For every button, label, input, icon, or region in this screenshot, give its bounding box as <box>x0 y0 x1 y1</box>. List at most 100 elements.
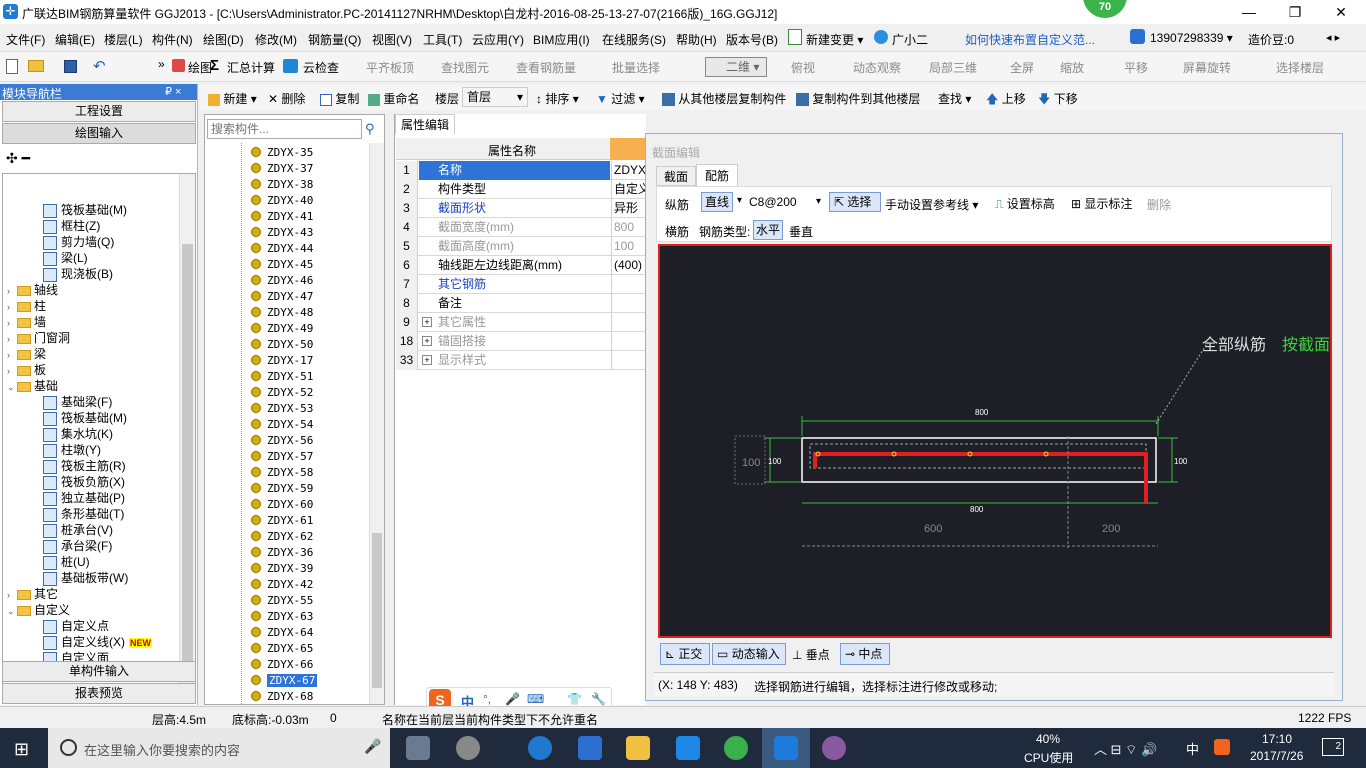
tree-node[interactable]: 框柱(Z) <box>43 218 100 234</box>
section-drawing[interactable]: 800 800 100 100 100 600 200 全部纵筋 按截面 <box>660 246 1330 636</box>
tree-node[interactable]: 承台梁(F) <box>43 538 112 554</box>
tree-scrollbar[interactable] <box>179 174 195 687</box>
table-row[interactable]: 6 轴线距左边线距离(mm) (400) <box>396 256 656 275</box>
list-item[interactable]: ZDYX-60 <box>251 497 313 513</box>
draw-button[interactable]: 绘图 <box>188 59 212 76</box>
app-spiral-icon[interactable] <box>456 736 480 760</box>
tab-section[interactable]: 截面 <box>656 166 696 186</box>
expand-arrow-icon[interactable]: › <box>7 283 17 299</box>
manual-ref-button[interactable]: 手动设置参考线 ▾ <box>885 196 978 213</box>
summary-calc-button[interactable]: 汇总计算 <box>227 59 275 76</box>
menu-item-10[interactable]: BIM应用(I) <box>533 31 590 48</box>
windows-start-icon[interactable]: ⊞ <box>14 739 29 760</box>
app-green-icon[interactable] <box>724 736 748 760</box>
local-3d-button[interactable]: 局部三维 <box>929 59 977 76</box>
vertical-button[interactable]: 垂直 <box>789 223 813 240</box>
list-item[interactable]: ZDYX-65 <box>251 641 313 657</box>
tree-node[interactable]: › 墙 <box>7 314 46 330</box>
tree-node[interactable]: 条形基础(T) <box>43 506 124 522</box>
prop-value[interactable] <box>611 351 614 370</box>
table-row[interactable]: 1 名称 ZDYX-6 <box>396 161 657 180</box>
list-item[interactable]: ZDYX-37 <box>251 161 313 177</box>
delete-rebar-button[interactable]: 删除 <box>1147 196 1171 213</box>
rebar-spec-select[interactable]: C8@200 ▾ <box>749 192 821 212</box>
ortho-button[interactable]: ⊾ 正交 <box>660 643 710 665</box>
list-scroll-thumb[interactable] <box>372 533 382 688</box>
menu-item-6[interactable]: 钢筋量(Q) <box>308 31 361 48</box>
ime-indicator[interactable]: 中 <box>1186 739 1199 758</box>
list-item[interactable]: ZDYX-58 <box>251 465 313 481</box>
cloud-check-button[interactable]: 云检查 <box>303 59 339 76</box>
help-link[interactable]: 如何快速布置自定义范... <box>965 31 1095 48</box>
tree-node[interactable]: 筏板基础(M) <box>43 202 127 218</box>
copy-component-button[interactable]: 复制 <box>320 90 359 107</box>
tree-node[interactable]: › 其它 <box>7 586 58 602</box>
mic-icon[interactable]: 🎤 <box>364 738 381 755</box>
list-scrollbar[interactable] <box>369 143 384 704</box>
tree-node[interactable]: › 柱 <box>7 298 46 314</box>
store-icon[interactable] <box>578 736 602 760</box>
notification-icon[interactable]: 2 <box>1322 738 1344 756</box>
file-explorer-icon[interactable] <box>626 736 650 760</box>
table-row[interactable]: 33 + 显示样式 <box>396 351 656 370</box>
project-settings-button[interactable]: 工程设置 <box>2 101 196 122</box>
tree-node[interactable]: 剪力墙(Q) <box>43 234 114 250</box>
table-row[interactable]: 5 截面高度(mm) 100 <box>396 237 656 256</box>
menu-item-1[interactable]: 编辑(E) <box>55 31 95 48</box>
avatar-app-icon[interactable] <box>822 736 846 760</box>
expand-collapse-icons[interactable]: ✣ ━ <box>6 150 30 167</box>
list-item[interactable]: ZDYX-55 <box>251 593 313 609</box>
drawing-input-button[interactable]: 绘图输入 <box>2 123 196 144</box>
menu-item-9[interactable]: 云应用(Y) <box>472 31 524 48</box>
list-item[interactable]: ZDYX-44 <box>251 241 313 257</box>
list-item[interactable]: ZDYX-62 <box>251 529 313 545</box>
expand-plus-icon[interactable]: + <box>422 336 432 346</box>
list-item[interactable]: ZDYX-67 <box>251 673 318 689</box>
align-slab-top-button[interactable]: 平齐板顶 <box>366 59 414 76</box>
prop-value[interactable] <box>611 313 614 332</box>
section-canvas[interactable]: 800 800 100 100 100 600 200 全部纵筋 按截面 <box>658 244 1332 638</box>
list-item[interactable]: ZDYX-66 <box>251 657 313 673</box>
tree-node[interactable]: › 门窗洞 <box>7 330 70 346</box>
prop-value[interactable]: 异形 <box>611 199 638 218</box>
list-item[interactable]: ZDYX-46 <box>251 273 313 289</box>
single-component-input-button[interactable]: 单构件输入 <box>2 661 196 682</box>
table-row[interactable]: 2 构件类型 自定义 <box>396 180 656 199</box>
list-item[interactable]: ZDYX-48 <box>251 305 313 321</box>
table-row[interactable]: 8 备注 <box>396 294 656 313</box>
menu-item-3[interactable]: 构件(N) <box>152 31 193 48</box>
table-row[interactable]: 3 截面形状 异形 <box>396 199 656 218</box>
ime-keyboard-icon[interactable]: ⌨ <box>527 692 544 706</box>
list-item[interactable]: ZDYX-45 <box>251 257 313 273</box>
menu-item-13[interactable]: 版本号(B) <box>726 31 778 48</box>
ime-settings-icon[interactable]: 🔧 <box>591 692 606 706</box>
open-folder-icon[interactable] <box>28 60 44 72</box>
tree-node[interactable]: 桩(U) <box>43 554 90 570</box>
prop-value[interactable]: (400) <box>611 256 642 275</box>
taskbar-search[interactable]: 在这里输入你要搜索的内容 🎤 <box>48 728 390 768</box>
view-rebar-button[interactable]: 查看钢筋量 <box>516 59 576 76</box>
list-item[interactable]: ZDYX-56 <box>251 433 313 449</box>
select-button[interactable]: ⇱ 选择 <box>829 192 881 212</box>
list-item[interactable]: ZDYX-59 <box>251 481 313 497</box>
menu-item-11[interactable]: 在线服务(S) <box>602 31 666 48</box>
floor-select[interactable]: 首层 ▾ <box>462 87 528 107</box>
tree-node[interactable]: ⌄ 自定义 <box>7 602 70 618</box>
tree-node[interactable]: 筏板主筋(R) <box>43 458 126 474</box>
new-change-button[interactable]: 新建变更 ▾ <box>806 31 863 48</box>
tree-node[interactable]: 柱墩(Y) <box>43 442 101 458</box>
toolbar-overflow-icon[interactable]: » <box>158 57 165 71</box>
tree-node[interactable]: 梁(L) <box>43 250 88 266</box>
ime-voice-icon[interactable]: 🎤 <box>505 692 520 706</box>
new-file-icon[interactable] <box>6 59 18 74</box>
prop-value[interactable]: 800 <box>611 218 634 237</box>
undo-icon[interactable]: ↶ <box>93 57 106 75</box>
ime-skin-icon[interactable]: 👕 <box>567 692 582 706</box>
tray-icons[interactable]: ︿ ⊟ ⌔ 🔊 <box>1094 739 1157 758</box>
save-icon[interactable] <box>64 60 77 73</box>
sort-button[interactable]: ↕ 排序 ▾ <box>536 90 579 107</box>
menu-item-8[interactable]: 工具(T) <box>423 31 462 48</box>
prop-value[interactable] <box>611 294 614 313</box>
tree-node[interactable]: 现浇板(B) <box>43 266 113 282</box>
list-item[interactable]: ZDYX-68 <box>251 689 313 704</box>
